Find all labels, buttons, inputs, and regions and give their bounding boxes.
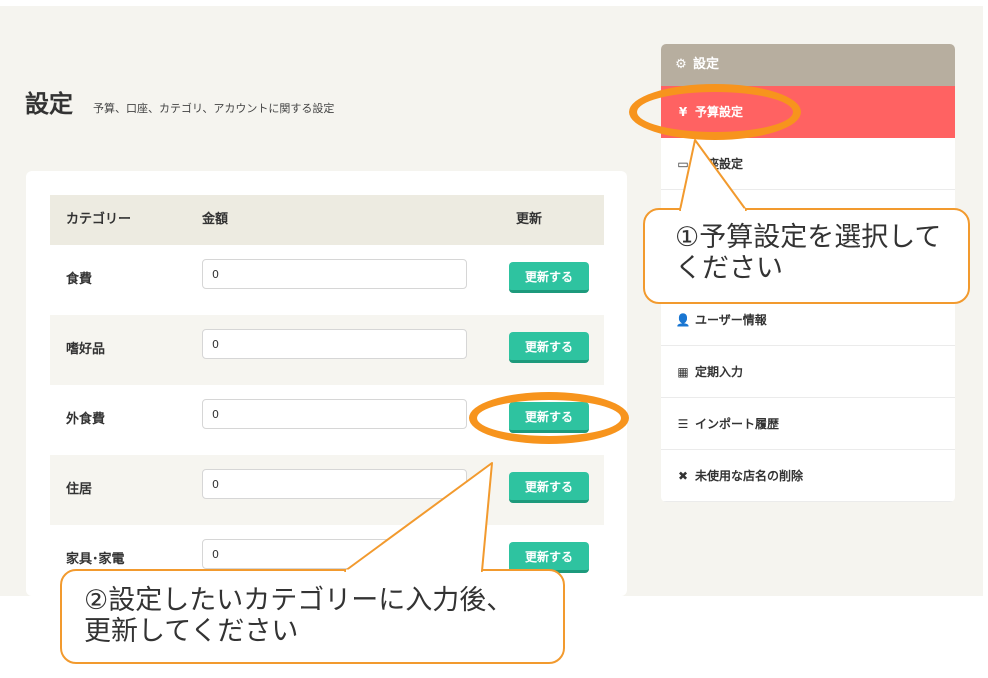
callout-step2-tail	[344, 462, 493, 572]
callout-tails	[344, 139, 747, 573]
callout-step1-tail	[679, 139, 747, 211]
